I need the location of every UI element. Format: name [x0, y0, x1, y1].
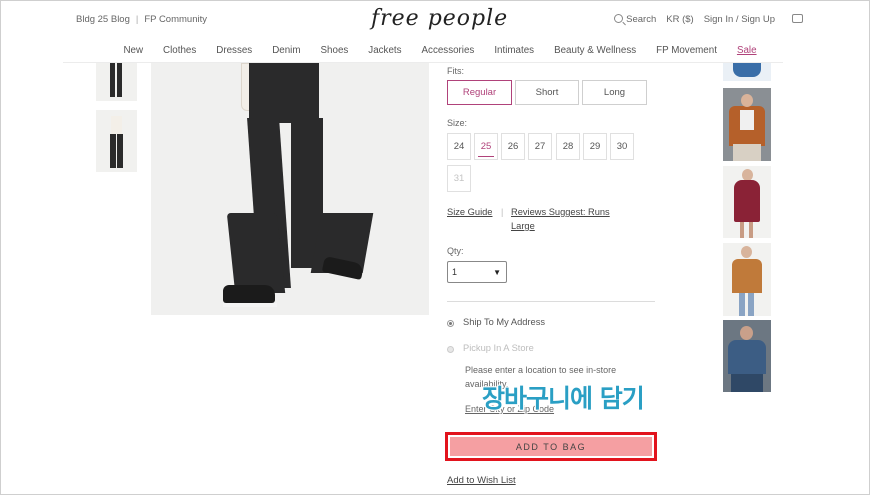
- model-tee: [740, 110, 754, 130]
- reviews-link[interactable]: Reviews Suggest: Runs: [511, 207, 610, 217]
- recommendation-image[interactable]: [723, 88, 771, 161]
- blog-link[interactable]: Bldg 25 Blog: [76, 14, 130, 25]
- model-head: [741, 94, 753, 107]
- model-leg: [740, 222, 744, 238]
- search-button[interactable]: Search: [614, 14, 656, 25]
- model-sweater-dress: [734, 180, 760, 222]
- browser-viewport: Bldg 25 Blog | FP Community free people Se…: [0, 0, 870, 495]
- thumbnail-image: [117, 63, 122, 97]
- model-leg: [749, 222, 753, 238]
- model-head: [741, 246, 752, 258]
- product-main-image[interactable]: [151, 63, 429, 315]
- nav-item-beauty[interactable]: Beauty & Wellness: [554, 45, 636, 61]
- model-jeans: [739, 293, 745, 316]
- chevron-down-icon: ▼: [493, 268, 501, 277]
- model-head: [740, 326, 753, 340]
- model-skirt: [733, 144, 761, 161]
- section-divider: [447, 301, 655, 302]
- sign-in-link[interactable]: Sign In / Sign Up: [704, 14, 775, 25]
- account-tools: Search KR ($) Sign In / Sign Up: [614, 14, 775, 25]
- size-option-27[interactable]: 27: [528, 133, 552, 160]
- utility-bar: Bldg 25 Blog | FP Community free people Se…: [1, 1, 870, 37]
- fit-option-long[interactable]: Long: [582, 80, 647, 105]
- search-label: Search: [626, 14, 657, 25]
- nav-item-new[interactable]: New: [123, 45, 143, 61]
- shopping-bag-icon[interactable]: [792, 14, 803, 23]
- left-sneaker-sole: [223, 303, 277, 307]
- currency-selector[interactable]: KR ($): [666, 14, 693, 25]
- pickup-radio[interactable]: [447, 346, 454, 353]
- model-denim: [731, 374, 763, 392]
- jeans-left-flare: [226, 213, 286, 293]
- nav-item-intimates[interactable]: Intimates: [494, 45, 534, 61]
- model-suede-jacket: [732, 259, 762, 293]
- recommendation-image[interactable]: [723, 166, 771, 238]
- size-option-29[interactable]: 29: [583, 133, 607, 160]
- ship-option-label[interactable]: Ship To My Address: [463, 317, 545, 327]
- left-sneaker: [223, 285, 275, 303]
- brand-logo[interactable]: free people: [371, 6, 508, 31]
- nav-item-shoes[interactable]: Shoes: [321, 45, 349, 61]
- nav-item-fp-movement[interactable]: FP Movement: [656, 45, 717, 61]
- utility-links: Bldg 25 Blog | FP Community: [76, 14, 207, 25]
- thumbnail-image: [110, 63, 115, 97]
- ship-radio[interactable]: [447, 320, 454, 327]
- community-link[interactable]: FP Community: [144, 14, 207, 25]
- fits-label: Fits:: [447, 66, 464, 76]
- reviews-link-line2[interactable]: Large: [511, 221, 535, 231]
- size-label: Size:: [447, 118, 468, 128]
- size-option-26[interactable]: 26: [501, 133, 525, 160]
- separator: |: [135, 14, 139, 25]
- size-option-30[interactable]: 30: [610, 133, 634, 160]
- product-thumbnail[interactable]: [96, 63, 137, 101]
- pickup-option-label[interactable]: Pickup In A Store: [463, 343, 534, 353]
- thumbnail-image: [117, 134, 123, 168]
- search-icon: [614, 14, 624, 23]
- main-nav: New Clothes Dresses Denim Shoes Jackets …: [1, 45, 870, 61]
- separator: |: [501, 207, 504, 217]
- nav-item-clothes[interactable]: Clothes: [163, 45, 196, 61]
- qty-label: Qty:: [447, 246, 464, 256]
- recommendation-image[interactable]: [723, 243, 771, 316]
- size-option-25[interactable]: 25: [474, 133, 498, 160]
- fit-option-regular[interactable]: Regular: [447, 80, 512, 105]
- size-option-31[interactable]: 31: [447, 165, 471, 192]
- model-denim-jacket: [733, 63, 761, 77]
- qty-value: 1: [452, 267, 458, 277]
- nav-item-denim[interactable]: Denim: [272, 45, 300, 61]
- size-guide-link[interactable]: Size Guide: [447, 207, 492, 217]
- thumbnail-image: [111, 116, 122, 134]
- add-to-wishlist-link[interactable]: Add to Wish List: [447, 475, 516, 486]
- overlay-caption: 장바구니에 담기: [482, 384, 645, 413]
- fit-option-short[interactable]: Short: [515, 80, 579, 105]
- nav-item-sale[interactable]: Sale: [737, 45, 757, 61]
- thumbnail-image: [110, 134, 116, 168]
- nav-item-dresses[interactable]: Dresses: [216, 45, 252, 61]
- model-denim-jacket: [728, 340, 766, 374]
- nav-item-jackets[interactable]: Jackets: [368, 45, 401, 61]
- size-option-28[interactable]: 28: [556, 133, 580, 160]
- recommendation-image[interactable]: [723, 320, 771, 392]
- model-jeans: [748, 293, 754, 316]
- product-thumbnail[interactable]: [96, 110, 137, 172]
- qty-select[interactable]: 1 ▼: [447, 261, 507, 283]
- jeans-waist: [249, 63, 319, 123]
- size-option-24[interactable]: 24: [447, 133, 471, 160]
- add-to-bag-highlight: ADD TO BAG: [445, 432, 657, 461]
- nav-item-accessories[interactable]: Accessories: [422, 45, 475, 61]
- recommendation-image[interactable]: [723, 63, 771, 81]
- add-to-bag-button[interactable]: ADD TO BAG: [450, 437, 652, 456]
